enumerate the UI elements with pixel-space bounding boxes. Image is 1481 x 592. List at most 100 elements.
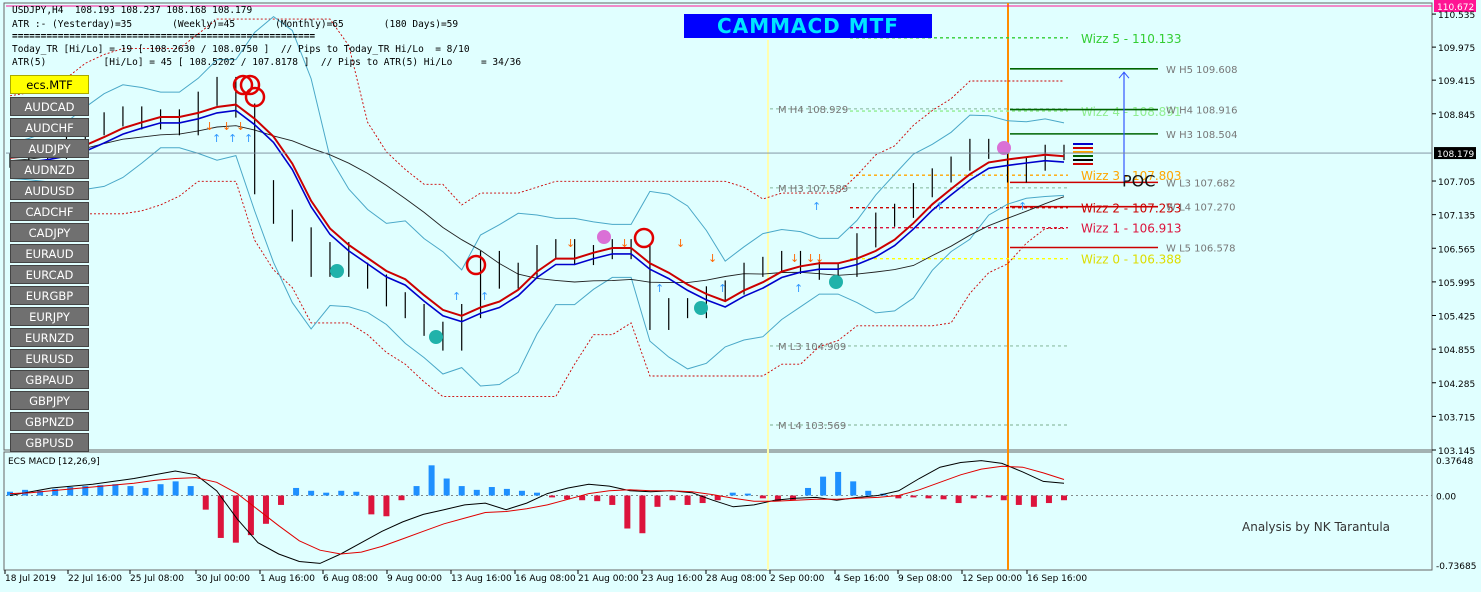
macd-histogram-bar	[112, 484, 119, 496]
price-group	[9, 76, 1065, 351]
macd-histogram-bar	[925, 495, 932, 499]
symbol-button-euraud[interactable]: EURAUD	[10, 244, 89, 263]
macd-histogram-bar	[157, 484, 164, 496]
pink-dot-marker	[597, 230, 611, 244]
macd-histogram-bar	[67, 487, 74, 496]
symbol-button-gbpjpy[interactable]: GBPJPY	[10, 391, 89, 410]
up-arrow-marker: ↑	[812, 200, 821, 213]
macd-histogram-bar	[368, 495, 375, 515]
price-tick-label: 106.565	[1438, 245, 1475, 255]
analysis-credit: Analysis by NK Tarantula	[1242, 520, 1391, 534]
macd-histogram-bar	[594, 495, 601, 502]
up-arrow-marker: ↑	[480, 290, 489, 303]
macd-histogram-bar	[624, 495, 631, 529]
up-arrow-marker: ↑	[452, 290, 461, 303]
macd-histogram-bar	[503, 488, 510, 496]
level-label: Wizz 1 - 106.913	[1081, 222, 1182, 236]
level-label: W H3 108.504	[1166, 130, 1237, 141]
macd-histogram-bar	[654, 495, 661, 507]
level-label: M L3 104.909	[778, 342, 846, 353]
macd-histogram-bar	[187, 486, 194, 496]
time-tick-label: 9 Aug 00:00	[387, 574, 442, 584]
macd-histogram-bar	[232, 495, 239, 543]
macd-histogram-bar	[262, 495, 269, 524]
symbol-button-cadchf[interactable]: CADCHF	[10, 202, 89, 221]
symbol-button-audchf[interactable]: AUDCHF	[10, 118, 89, 137]
level-label: W H5 109.608	[1166, 65, 1237, 76]
time-tick-label: 22 Jul 16:00	[68, 574, 122, 584]
price-chart[interactable]: Wizz 5 - 110.133W H5 109.608Wizz 4 - 108…	[0, 0, 1481, 592]
symbol-button-eurgbp[interactable]: EURGBP	[10, 286, 89, 305]
fast-ma-red	[9, 103, 1065, 317]
macd-tick-label: -0.73685	[1436, 562, 1476, 572]
macd-histogram-bar	[820, 476, 827, 496]
today-tr-line: Today_TR [Hi/Lo] = 19 [ 108.2630 / 108.0…	[12, 44, 470, 55]
symbol-button-audjpy[interactable]: AUDJPY	[10, 139, 89, 158]
price-tick-label: 107.705	[1438, 178, 1475, 188]
macd-histogram-bar	[278, 495, 285, 505]
macd-histogram-bar	[609, 495, 616, 505]
price-tick-label: 103.715	[1438, 413, 1475, 423]
macd-histogram-bar	[850, 481, 857, 496]
symbol-button-audusd[interactable]: AUDUSD	[10, 181, 89, 200]
bands-group	[9, 15, 1065, 398]
macd-group: ECS MACD [12,26,9] 0.37648 0.00 -0.73685	[6, 457, 1476, 572]
symbol-button-gbpusd[interactable]: GBPUSD	[10, 433, 89, 452]
down-arrow-marker: ↓	[620, 237, 629, 250]
macd-histogram-bar	[383, 495, 390, 517]
macd-histogram-bar	[458, 486, 465, 496]
price-tick-label: 109.975	[1438, 44, 1475, 54]
symbol-button-audnzd[interactable]: AUDNZD	[10, 160, 89, 179]
symbol-button-eurnzd[interactable]: EURNZD	[10, 328, 89, 347]
macd-histogram-bar	[805, 487, 812, 496]
macd-histogram-bar	[955, 495, 962, 504]
symbol-button-gbpaud[interactable]: GBPAUD	[10, 370, 89, 389]
symbol-button-cadjpy[interactable]: CADJPY	[10, 223, 89, 242]
level-label: W L3 107.682	[1166, 178, 1236, 189]
symbol-button-eurcad[interactable]: EURCAD	[10, 265, 89, 284]
macd-histogram-bar	[940, 495, 947, 500]
atr-line: ATR :- (Yesterday)=35 (Weekly)=45 (Month…	[12, 19, 459, 30]
teal-dot-marker	[429, 330, 443, 344]
price-tick-label: 109.415	[1438, 77, 1475, 87]
macd-histogram-bar	[985, 495, 992, 498]
price-tick-label: 104.285	[1438, 380, 1475, 390]
symbol-button-eurjpy[interactable]: EURJPY	[10, 307, 89, 326]
price-tick-label: 105.995	[1438, 279, 1475, 289]
macd-histogram-bar	[172, 481, 179, 496]
signal-circle-marker	[465, 254, 487, 276]
macd-histogram-bar	[338, 490, 345, 496]
time-axis: 18 Jul 2019 22 Jul 16:00 25 Jul 08:00 30 Ju…	[4, 570, 1087, 584]
price-tick-label: 110.535	[1438, 11, 1475, 21]
macd-histogram-bar	[308, 490, 315, 496]
time-tick-label: 4 Sep 16:00	[835, 574, 890, 584]
macd-histogram-bar	[1030, 495, 1037, 507]
symbol-button-gbpnzd[interactable]: GBPNZD	[10, 412, 89, 431]
level-label: Wizz 0 - 106.388	[1081, 253, 1182, 267]
price-tick-label: 105.425	[1438, 313, 1475, 323]
down-arrow-marker: ↓	[806, 252, 815, 265]
macd-histogram-bar	[323, 492, 330, 496]
time-tick-label: 2 Sep 00:00	[770, 574, 825, 584]
macd-histogram-bar	[729, 492, 736, 496]
current-price-label: 108.179	[1437, 150, 1474, 160]
macd-histogram-bar	[488, 487, 495, 496]
macd-histogram-bar	[202, 495, 209, 510]
fast-ma-blue	[9, 109, 1065, 323]
time-tick-label: 25 Jul 08:00	[130, 574, 184, 584]
atr5-line: ATR(5) [Hi/Lo] = 45 [ 108.5202 / 107.817…	[12, 57, 522, 68]
up-arrow-marker: ↑	[794, 282, 803, 295]
macd-signal-line	[9, 465, 1065, 555]
level-label: W H4 108.916	[1166, 106, 1237, 117]
markers-group: ↑ ↑ ↑↑ ↑↑ ↑ ↑↑ ↑ ↑↓ ↓ ↓↓ ↓ ↓↓ ↓ ↓ ↓	[205, 74, 1093, 344]
symbol-button-audcad[interactable]: AUDCAD	[10, 97, 89, 116]
time-tick-label: 16 Sep 16:00	[1027, 574, 1087, 584]
symbol-button-eurusd[interactable]: EURUSD	[10, 349, 89, 368]
macd-histogram-bar	[1061, 495, 1067, 501]
time-tick-label: 6 Aug 08:00	[323, 574, 378, 584]
up-arrow-marker: ↑	[935, 200, 944, 213]
macd-histogram-bar	[970, 495, 977, 499]
up-arrow-marker: ↑	[655, 282, 664, 295]
down-arrow-marker: ↓	[676, 237, 685, 250]
symbol-button-active[interactable]: ecs.MTF	[10, 75, 89, 94]
